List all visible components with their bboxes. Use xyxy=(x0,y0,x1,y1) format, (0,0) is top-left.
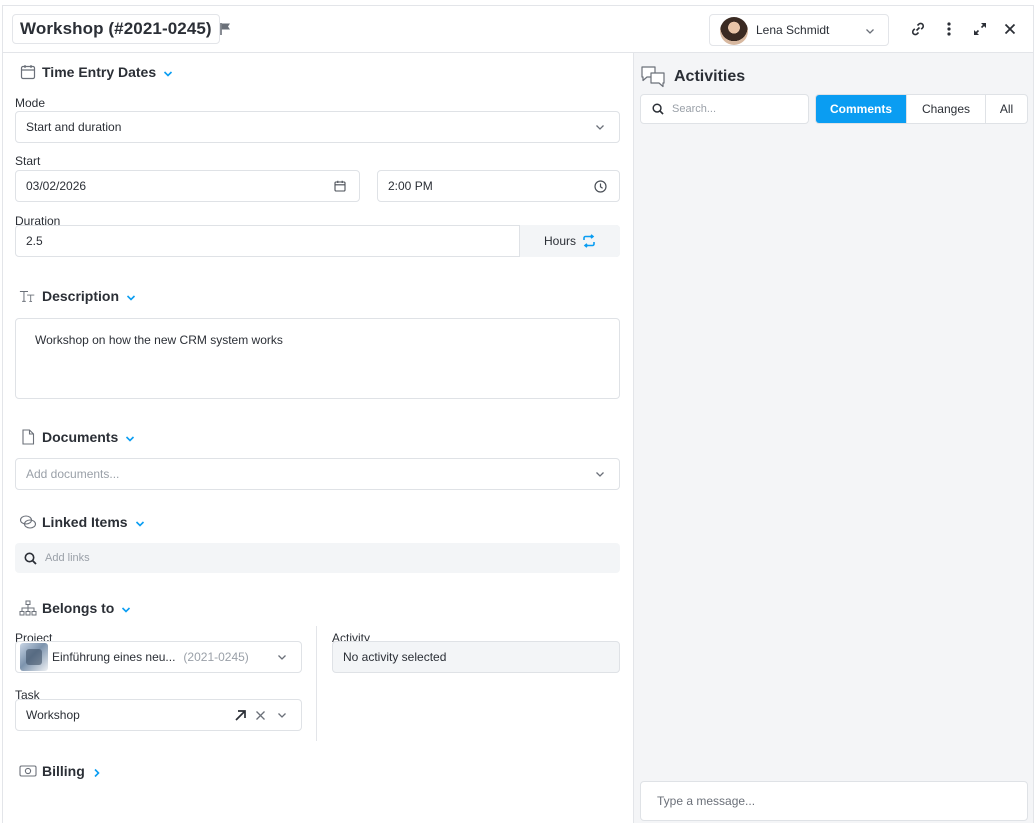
section-title: Linked Items xyxy=(42,514,128,530)
duration-unit-label: Hours xyxy=(543,234,576,248)
links-placeholder: Add links xyxy=(45,552,90,564)
flag-icon[interactable] xyxy=(219,22,233,36)
title-box[interactable]: Workshop (#2021-0245) xyxy=(12,14,220,44)
mode-value: Start and duration xyxy=(26,120,122,134)
open-arrow-icon[interactable] xyxy=(233,708,247,722)
swap-icon xyxy=(583,234,595,248)
activities-panel: Activities Search... Comments Changes Al… xyxy=(633,53,1033,823)
start-date-input[interactable]: 03/02/2026 xyxy=(15,170,360,202)
user-name: Lena Schmidt xyxy=(756,23,830,37)
activity-field: No activity selected xyxy=(332,641,620,673)
chevron-right-icon xyxy=(94,768,100,777)
section-documents[interactable]: Documents xyxy=(19,428,135,446)
clear-icon[interactable] xyxy=(253,708,267,722)
message-placeholder: Type a message... xyxy=(657,794,756,808)
user-select[interactable]: Lena Schmidt xyxy=(709,14,889,46)
chevron-down-icon xyxy=(122,606,131,613)
section-title: Belongs to xyxy=(42,600,115,616)
more-vertical-icon[interactable] xyxy=(940,20,958,38)
project-id: (2021-0245) xyxy=(183,650,249,664)
details-panel: Time Entry Dates Mode Start and duration… xyxy=(3,53,633,823)
mode-select[interactable]: Start and duration xyxy=(15,111,620,143)
activities-search-input[interactable]: Search... xyxy=(640,94,809,124)
description-text: Workshop on how the new CRM system works xyxy=(35,333,283,347)
search-icon xyxy=(24,552,37,565)
close-icon[interactable] xyxy=(1001,20,1019,38)
duration-unit-toggle[interactable]: Hours xyxy=(519,225,620,257)
chain-link-icon xyxy=(19,513,37,531)
section-billing[interactable]: Billing xyxy=(19,762,102,780)
column-divider xyxy=(316,626,317,741)
text-format-icon xyxy=(19,287,37,305)
mode-label: Mode xyxy=(15,96,46,110)
clock-icon[interactable] xyxy=(593,179,607,193)
start-time-value: 2:00 PM xyxy=(388,179,433,193)
section-title: Description xyxy=(42,288,120,304)
expand-icon[interactable] xyxy=(971,20,989,38)
section-time-entry-dates[interactable]: Time Entry Dates xyxy=(19,63,173,81)
message-input[interactable]: Type a message... xyxy=(640,781,1028,821)
chevron-down-icon xyxy=(275,708,289,722)
section-belongs-to[interactable]: Belongs to xyxy=(19,599,131,617)
documents-select[interactable]: Add documents... xyxy=(15,458,620,490)
section-title: Time Entry Dates xyxy=(42,64,157,80)
avatar xyxy=(720,17,748,45)
tab-all[interactable]: All xyxy=(986,95,1027,123)
activity-value: No activity selected xyxy=(343,650,447,664)
tab-label: All xyxy=(999,102,1014,116)
page-title: Workshop (#2021-0245) xyxy=(20,19,212,38)
project-thumbnail xyxy=(20,643,48,671)
chevron-down-icon xyxy=(593,467,607,481)
task-select[interactable]: Workshop xyxy=(15,699,302,731)
tab-label: Comments xyxy=(829,102,892,116)
chat-bubbles-icon xyxy=(641,66,665,88)
activities-search-placeholder: Search... xyxy=(672,103,717,115)
chevron-down-icon xyxy=(593,120,607,134)
tab-label: Changes xyxy=(921,102,971,116)
start-date-value: 03/02/2026 xyxy=(26,179,87,193)
activities-tabs: Comments Changes All xyxy=(815,94,1028,124)
links-search-input[interactable]: Add links xyxy=(15,543,620,573)
chevron-down-icon xyxy=(135,520,144,527)
section-description[interactable]: Description xyxy=(19,287,136,305)
tab-comments[interactable]: Comments xyxy=(816,95,907,123)
chevron-down-icon xyxy=(126,294,136,301)
calendar-icon xyxy=(19,63,37,81)
tab-changes[interactable]: Changes xyxy=(907,95,986,123)
activities-header: Activities xyxy=(640,65,745,89)
modal-header: Workshop (#2021-0245) Lena Schmidt xyxy=(3,6,1033,53)
time-entry-modal: Workshop (#2021-0245) Lena Schmidt Time … xyxy=(2,5,1034,823)
calendar-icon[interactable] xyxy=(333,179,347,193)
search-icon xyxy=(652,103,664,115)
documents-placeholder: Add documents... xyxy=(26,467,120,481)
money-icon xyxy=(19,762,37,780)
document-icon xyxy=(19,428,37,446)
description-textarea[interactable]: Workshop on how the new CRM system works xyxy=(15,318,620,399)
project-select[interactable]: Einführung eines neu... (2021-0245) xyxy=(15,641,302,673)
section-title: Billing xyxy=(42,763,85,779)
chevron-down-icon xyxy=(164,70,173,77)
link-icon[interactable] xyxy=(909,20,927,38)
task-value: Workshop xyxy=(26,708,80,722)
project-name: Einführung eines neu... xyxy=(52,650,176,664)
start-time-input[interactable]: 2:00 PM xyxy=(377,170,620,202)
activities-title: Activities xyxy=(674,68,746,85)
chevron-down-icon xyxy=(126,435,135,442)
section-title: Documents xyxy=(42,429,119,445)
section-linked-items[interactable]: Linked Items xyxy=(19,513,145,531)
hierarchy-icon xyxy=(19,599,37,617)
start-label: Start xyxy=(15,154,41,168)
chevron-down-icon xyxy=(866,29,874,34)
chevron-down-icon xyxy=(275,650,289,664)
